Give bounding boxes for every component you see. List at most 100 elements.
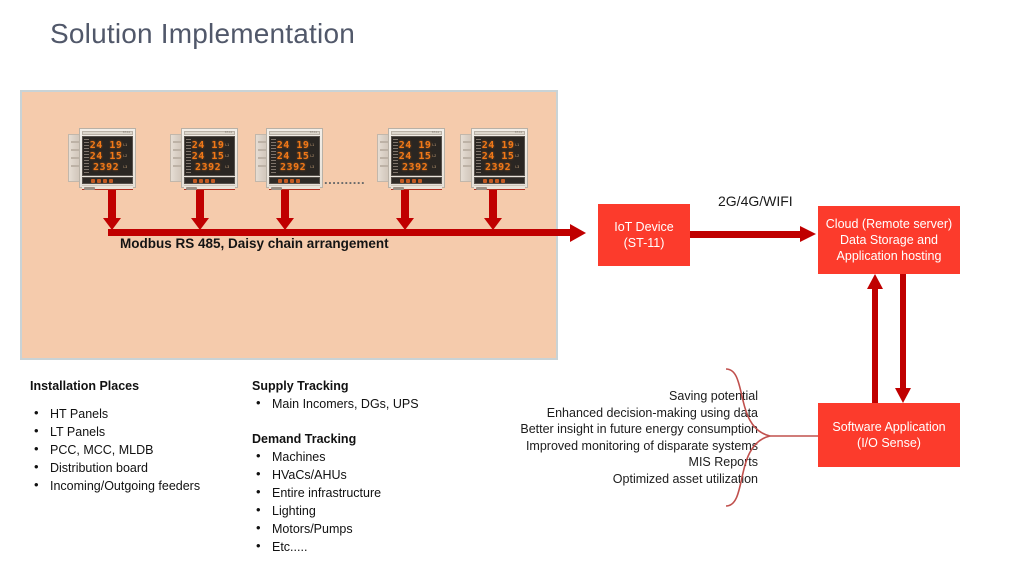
page-title: Solution Implementation — [50, 18, 355, 49]
cloud-to-app-arrowhead — [895, 388, 911, 403]
meter-digit-row: 24 19 — [398, 139, 432, 151]
demand-tracking-list: Machines HVaCs/AHUs Entire infrastructur… — [252, 447, 381, 556]
installation-places-block: Installation Places HT Panels LT Panels … — [30, 379, 200, 495]
meter-model-label: ST-11 — [514, 131, 522, 134]
meter-body: ST-11 24 19 24 15 2392 L1 L2 L3 — [181, 128, 238, 190]
list-item: HT Panels — [30, 404, 200, 423]
meter-bargraph-icon — [475, 137, 482, 175]
supply-tracking-heading: Supply Tracking — [252, 379, 349, 393]
meter-bargraph-icon — [392, 137, 399, 175]
demand-tracking-block: Demand Tracking Machines HVaCs/AHUs Enti… — [252, 432, 381, 556]
meter-phase-label: L1 — [432, 142, 437, 147]
meter-screen: 24 19 24 15 2392 L1 L2 L3 — [269, 136, 320, 176]
meter-phase-label: L1 — [310, 142, 315, 147]
benefits-brace-icon — [725, 368, 818, 507]
meter-model-label: ST-11 — [122, 131, 130, 134]
meter-model-label: ST-11 — [224, 131, 232, 134]
meter-phase-labels: L1 L2 L3 — [123, 137, 132, 175]
meter-phase-label: L1 — [225, 142, 230, 147]
meter-button-row[interactable] — [184, 177, 235, 184]
meter-digit-row: 24 15 — [191, 150, 225, 162]
meter-body: ST-11 24 19 24 15 2392 L1 L2 L3 — [388, 128, 445, 190]
meter-bargraph-icon — [185, 137, 192, 175]
meter-phase-labels: L1 L2 L3 — [225, 137, 234, 175]
meter-digit-row: 24 19 — [481, 139, 515, 151]
meter-digit-row: 2392 — [485, 161, 512, 173]
meter-screen: 24 19 24 15 2392 L1 L2 L3 — [474, 136, 525, 176]
list-item: Machines — [252, 447, 381, 466]
meter-digits: 24 19 24 15 2392 — [399, 137, 433, 175]
meter-digit-row: 24 15 — [481, 150, 515, 162]
meter-digit-row: 24 19 — [276, 139, 310, 151]
meter-phase-label: L3 — [310, 164, 315, 169]
list-item: Lighting — [252, 501, 381, 520]
meter-phase-label: L2 — [515, 153, 520, 158]
cloud-line-3: Application hosting — [836, 249, 942, 263]
software-application-box[interactable]: Software Application (I/O Sense) — [818, 403, 960, 467]
app-to-cloud-arrowhead — [867, 274, 883, 289]
meter-phase-label: L3 — [123, 164, 128, 169]
meter-bargraph-icon — [83, 137, 90, 175]
meter-phase-label: L2 — [123, 153, 128, 158]
meter-footer — [269, 185, 320, 190]
energy-meter: ST-11 24 19 24 15 2392 L1 L2 L3 — [68, 128, 136, 190]
benefit-item: Optimized asset utilization — [612, 471, 758, 486]
meter-phase-label: L1 — [515, 142, 520, 147]
iot-device-box[interactable]: IoT Device (ST-11) — [598, 204, 690, 266]
meter-topbar: ST-11 — [269, 131, 320, 135]
benefit-item: Improved monitoring of disparate systems — [525, 438, 758, 453]
meter-drop-arrow — [191, 190, 209, 230]
meter-digits: 24 19 24 15 2392 — [482, 137, 516, 175]
list-item: Entire infrastructure — [252, 483, 381, 502]
modbus-bus-label: Modbus RS 485, Daisy chain arrangement — [120, 236, 389, 251]
meter-drop-arrow — [484, 190, 502, 230]
meter-button-row[interactable] — [474, 177, 525, 184]
meter-phase-label: L3 — [515, 164, 520, 169]
meter-drop-arrow — [276, 190, 294, 230]
meter-button-row[interactable] — [269, 177, 320, 184]
iot-device-title: IoT Device — [614, 220, 674, 234]
meter-button-row[interactable] — [391, 177, 442, 184]
meter-model-label: ST-11 — [309, 131, 317, 134]
meter-screen: 24 19 24 15 2392 L1 L2 L3 — [184, 136, 235, 176]
meter-digits: 24 19 24 15 2392 — [192, 137, 226, 175]
meter-button-row[interactable] — [82, 177, 133, 184]
cellular-link-label: 2G/4G/WIFI — [718, 193, 793, 209]
list-item: Incoming/Outgoing feeders — [30, 476, 200, 495]
energy-meter: ST-11 24 19 24 15 2392 L1 L2 L3 — [377, 128, 445, 190]
cloud-server-box[interactable]: Cloud (Remote server) Data Storage and A… — [818, 206, 960, 274]
installation-places-heading: Installation Places — [30, 379, 140, 393]
list-item: Etc..... — [252, 537, 381, 556]
meter-phase-label: L3 — [225, 164, 230, 169]
list-item: Motors/Pumps — [252, 519, 381, 538]
meter-screen: 24 19 24 15 2392 L1 L2 L3 — [391, 136, 442, 176]
meter-phase-labels: L1 L2 L3 — [515, 137, 524, 175]
modbus-bus-arrowhead — [570, 224, 586, 242]
meter-footer — [474, 185, 525, 190]
meter-topbar: ST-11 — [474, 131, 525, 135]
list-item: Main Incomers, DGs, UPS — [252, 394, 419, 413]
meter-body: ST-11 24 19 24 15 2392 L1 L2 L3 — [471, 128, 528, 190]
meter-digits: 24 19 24 15 2392 — [277, 137, 311, 175]
benefit-item: Better insight in future energy consumpt… — [520, 422, 758, 436]
app-to-cloud-arrow-shaft — [872, 288, 878, 403]
meter-digit-row: 2392 — [280, 161, 307, 173]
meter-body: ST-11 24 19 24 15 2392 L1 L2 L3 — [79, 128, 136, 190]
energy-meter: ST-11 24 19 24 15 2392 L1 L2 L3 — [460, 128, 528, 190]
list-item: Distribution board — [30, 458, 200, 477]
cloud-to-app-arrow-shaft — [900, 274, 906, 388]
benefit-item: Enhanced decision-making using data — [546, 405, 758, 420]
energy-meter: ST-11 24 19 24 15 2392 L1 L2 L3 — [170, 128, 238, 190]
installation-places-list: HT Panels LT Panels PCC, MCC, MLDB Distr… — [30, 404, 200, 495]
meter-phase-labels: L1 L2 L3 — [310, 137, 319, 175]
list-item: PCC, MCC, MLDB — [30, 440, 200, 459]
meter-model-label: ST-11 — [431, 131, 439, 134]
cellular-link-arrowhead — [800, 226, 816, 242]
meter-digit-row: 24 19 — [191, 139, 225, 151]
meter-digit-row: 2392 — [93, 161, 120, 173]
meter-topbar: ST-11 — [184, 131, 235, 135]
list-item: LT Panels — [30, 422, 200, 441]
meter-phase-label: L2 — [432, 153, 437, 158]
cloud-line-2: Data Storage and — [840, 233, 938, 247]
supply-tracking-block: Supply Tracking Main Incomers, DGs, UPS — [252, 379, 419, 413]
